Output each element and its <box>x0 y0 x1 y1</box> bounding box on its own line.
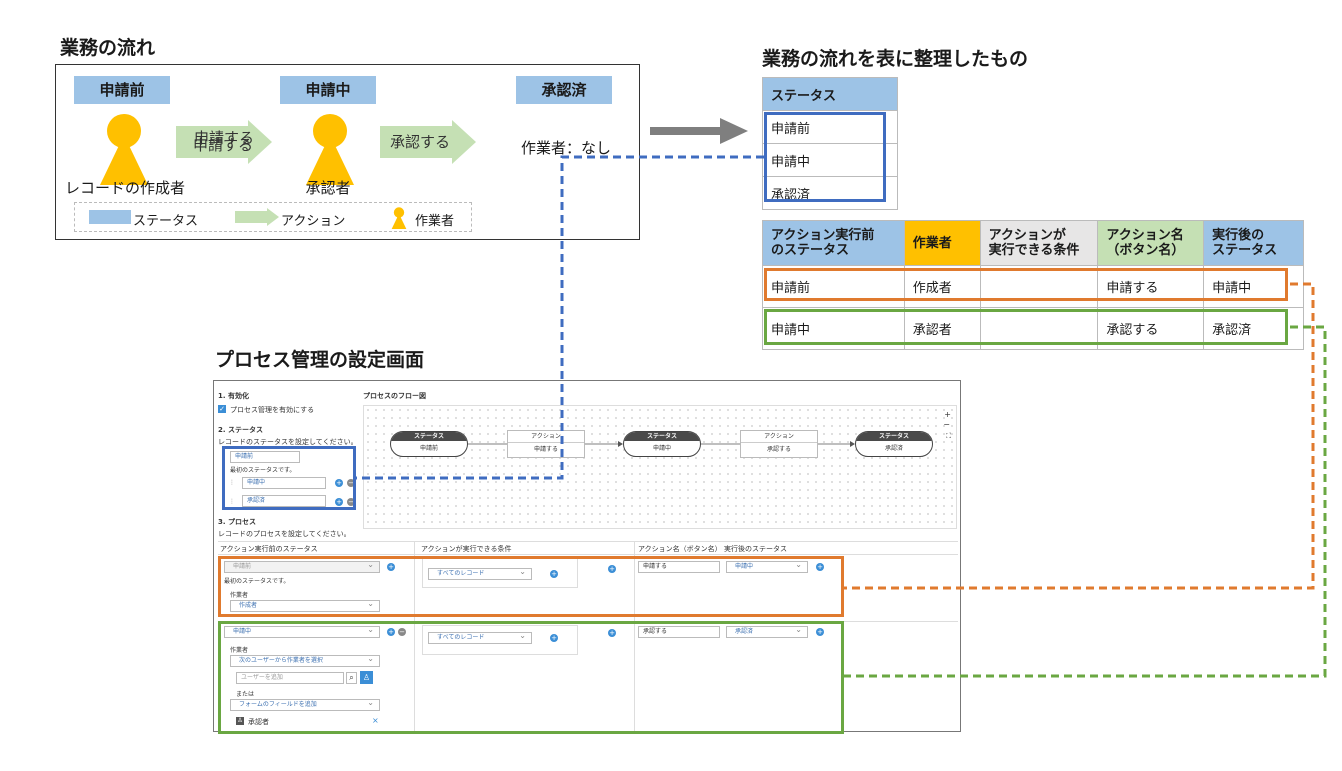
legend-arrow-icon <box>235 208 279 226</box>
status-box-pending: 申請中 <box>280 76 376 104</box>
node-action-value: 承認する <box>766 446 791 453</box>
node-action-header: アクション <box>741 431 817 443</box>
section-status: 2. ステータス <box>218 426 263 434</box>
node-status-header: ステータス <box>391 432 467 441</box>
gray-arrow-icon <box>650 118 748 144</box>
legend-status-label: ステータス <box>133 214 199 229</box>
header-condition: アクションが 実行できる条件 <box>979 220 1099 266</box>
flow-legend: ステータス アクション 作業者 <box>74 202 472 232</box>
status-table-header: ステータス <box>762 77 898 111</box>
person-icon <box>306 114 354 185</box>
node-action-value: 申請する <box>533 446 558 453</box>
legend-worker-label: 作業者 <box>415 214 455 229</box>
header-worker: 作業者 <box>903 220 981 266</box>
flow-title: 業務の流れ <box>60 37 156 59</box>
node-status-value: 承認済 <box>884 445 903 452</box>
col-header: アクション実行前のステータス <box>220 545 318 553</box>
highlight-settings-status <box>222 446 356 510</box>
legend-person-icon <box>391 207 407 229</box>
node-action-header: アクション <box>508 431 584 443</box>
flow-canvas[interactable]: + − ⛶ ステータス 申請前 アクション 申請する ステータス 申請中 アクシ… <box>363 405 957 529</box>
flow-connector-lines <box>468 441 855 447</box>
flow-node-action[interactable]: アクション 申請する <box>507 430 585 458</box>
flow-node-status[interactable]: ステータス 承認済 <box>855 431 933 457</box>
header-before-status: アクション実行前 のステータス <box>762 220 905 266</box>
highlight-row2-box <box>764 309 1288 345</box>
node-status-header: ステータス <box>856 432 932 441</box>
status-box-before: 申請前 <box>74 76 170 104</box>
action-label-apply: 申請する <box>193 129 254 147</box>
settings-title: プロセス管理の設定画面 <box>215 349 425 371</box>
action-table-header-row: アクション実行前 のステータス 作業者 アクションが 実行できる条件 アクション… <box>762 220 1304 266</box>
node-status-value: 申請前 <box>419 445 438 452</box>
section-process: 3. プロセス <box>218 518 256 526</box>
flow-node-action[interactable]: アクション 承認する <box>740 430 818 458</box>
node-status-value: 申請中 <box>652 445 671 452</box>
col-header: アクション名（ボタン名） <box>638 545 722 553</box>
status-box-approved: 承認済 <box>516 76 612 104</box>
col-header: アクションが実行できる条件 <box>421 545 512 553</box>
legend-action-label: アクション <box>281 214 346 229</box>
process-hint: レコードのプロセスを設定してください。 <box>218 530 351 538</box>
flow-chart-title: プロセスのフロー図 <box>363 392 426 400</box>
header-after-status: 実行後の ステータス <box>1203 220 1304 266</box>
person-icon <box>100 114 148 185</box>
final-worker-note: 作業者：なし <box>521 139 612 157</box>
highlight-settings-row2 <box>218 621 844 734</box>
worker-label-approver: 承認者 <box>305 179 351 197</box>
section-enable: 1. 有効化 <box>218 392 249 400</box>
highlight-row1-box <box>764 268 1288 301</box>
col-header: 実行後のステータス <box>724 545 787 553</box>
enable-label: プロセス管理を有効にする <box>230 406 315 414</box>
header-action-name: アクション名 （ボタン名） <box>1097 220 1205 266</box>
legend-status-swatch <box>89 210 131 224</box>
node-status-header: ステータス <box>624 432 700 441</box>
action-label-approve: 承認する <box>389 133 450 151</box>
flow-node-status[interactable]: ステータス 申請中 <box>623 431 701 457</box>
flow-node-status[interactable]: ステータス 申請前 <box>390 431 468 457</box>
enable-checkbox[interactable]: ✓ <box>218 405 226 413</box>
table-title: 業務の流れを表に整理したもの <box>762 48 1029 70</box>
worker-label-creator: レコードの作成者 <box>64 179 185 197</box>
highlight-status-box <box>764 112 886 202</box>
highlight-settings-row1 <box>218 556 844 617</box>
